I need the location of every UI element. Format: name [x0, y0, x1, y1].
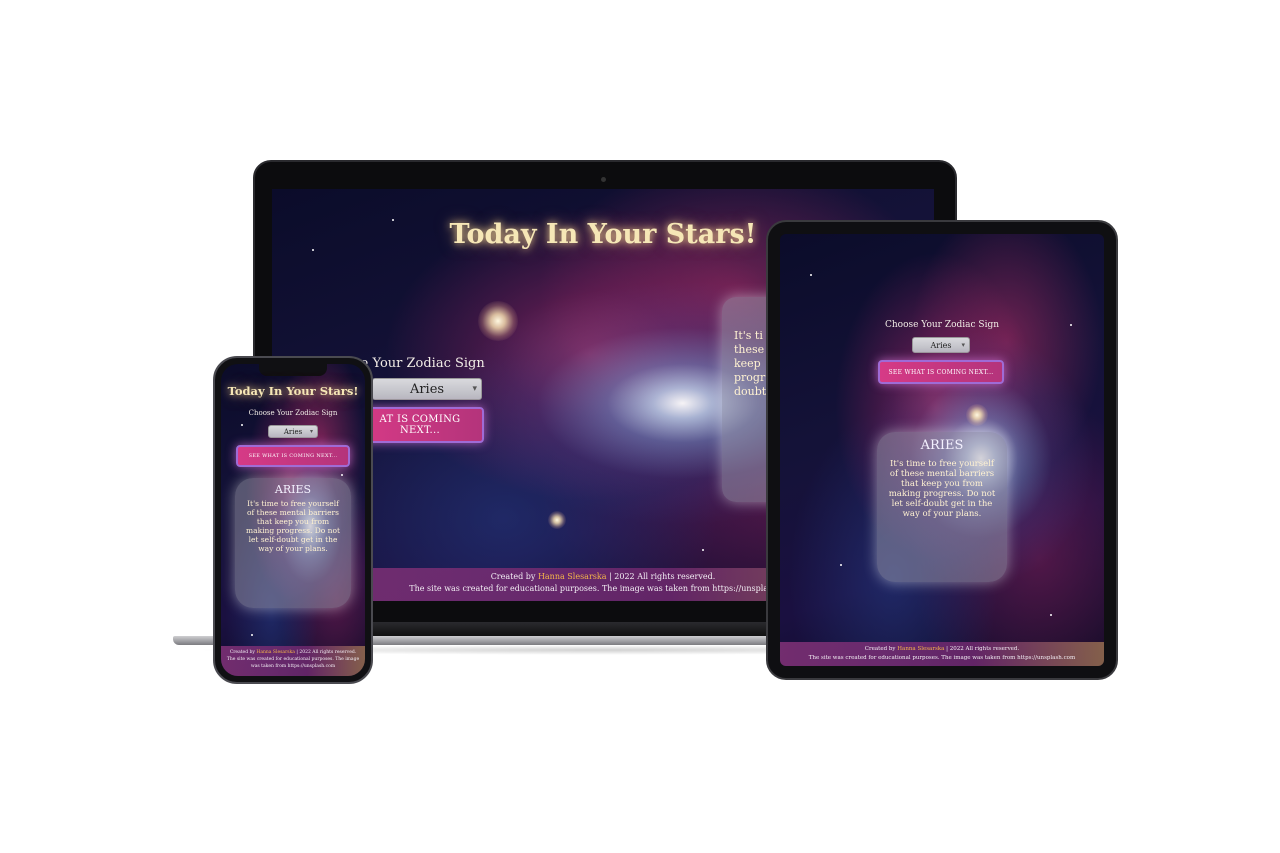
see-next-button[interactable]: AT IS COMING NEXT... — [356, 407, 484, 443]
phone-mockup: Today In Your Stars! Choose Your Zodiac … — [213, 356, 373, 684]
chevron-down-icon: ▾ — [472, 384, 477, 394]
see-next-button[interactable]: SEE WHAT IS COMING NEXT... — [236, 445, 350, 467]
tablet-mockup: Choose Your Zodiac Sign Aries ▾ SEE WHAT… — [766, 220, 1118, 680]
phone-screen: Today In Your Stars! Choose Your Zodiac … — [221, 364, 365, 676]
horoscope-text: It's ti these keep progr doubt — [734, 329, 767, 398]
phone-notch — [259, 364, 327, 376]
chevron-down-icon: ▾ — [961, 341, 965, 349]
star-icon — [702, 549, 704, 551]
see-next-button[interactable]: SEE WHAT IS COMING NEXT... — [878, 360, 1004, 384]
star-icon — [341, 474, 343, 476]
star-icon — [810, 274, 812, 276]
zodiac-select-value: Aries — [409, 381, 445, 397]
star-icon — [251, 634, 253, 636]
laptop-camera-icon — [601, 177, 606, 182]
horoscope-text: It's time to free yourself of these ment… — [245, 499, 340, 553]
author-link[interactable]: Hanna Slesarska — [256, 650, 295, 655]
horoscope-sign: ARIES — [920, 438, 964, 453]
star-icon — [840, 564, 842, 566]
chevron-down-icon: ▾ — [309, 428, 313, 435]
zodiac-select[interactable]: Aries ▾ — [912, 337, 970, 353]
footer-note: The site was created for educational pur… — [808, 655, 1076, 661]
horoscope-text: It's time to free yourself of these ment… — [888, 459, 996, 519]
bright-star-icon — [478, 301, 518, 341]
zodiac-label: se Your Zodiac Sign — [354, 356, 485, 371]
bright-star-icon — [966, 404, 988, 426]
star-icon — [1050, 614, 1052, 616]
page-title: Today In Your Stars! — [227, 384, 359, 398]
zodiac-select[interactable]: Aries ▾ — [372, 378, 482, 400]
zodiac-select[interactable]: Aries ▾ — [268, 425, 318, 438]
tablet-screen: Choose Your Zodiac Sign Aries ▾ SEE WHAT… — [780, 234, 1104, 666]
zodiac-label: Choose Your Zodiac Sign — [884, 320, 1000, 330]
star-icon — [241, 424, 243, 426]
site-footer: Created by Hanna Slesarska | 2022 All ri… — [780, 642, 1104, 666]
footer-note: The site was created for educational pur… — [226, 657, 360, 669]
bright-star-icon — [548, 511, 566, 529]
site-footer: Created by Hanna Slesarska | 2022 All ri… — [221, 646, 365, 676]
author-link[interactable]: Hanna Slesarska — [538, 572, 607, 581]
horoscope-card: ARIES It's time to free yourself of thes… — [235, 478, 351, 608]
zodiac-label: Choose Your Zodiac Sign — [248, 409, 338, 417]
zodiac-select-value: Aries — [283, 427, 303, 436]
zodiac-select-value: Aries — [930, 340, 952, 350]
horoscope-card: ARIES It's time to free yourself of thes… — [877, 432, 1007, 582]
author-link[interactable]: Hanna Slesarska — [897, 646, 944, 652]
horoscope-sign: ARIES — [274, 483, 312, 496]
